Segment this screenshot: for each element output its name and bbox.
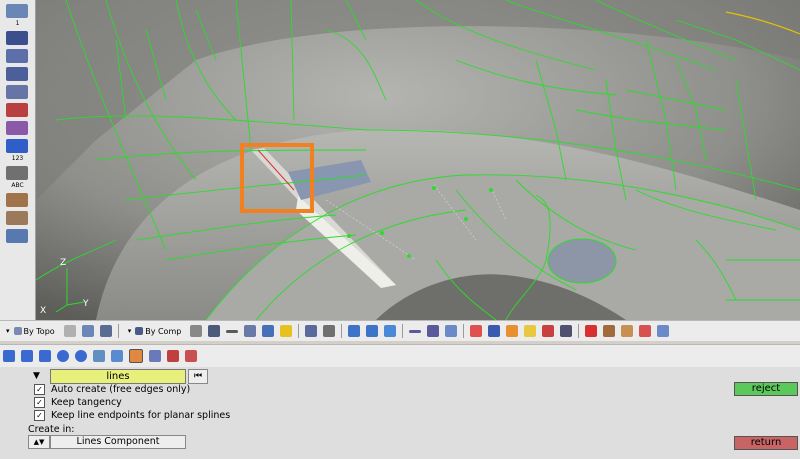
left-toolbar-label-abc: ABC: [11, 182, 24, 189]
toolbar-separator: [463, 324, 465, 338]
cube-view-icon[interactable]: [99, 325, 112, 337]
reject-button[interactable]: reject: [734, 382, 798, 396]
graphics-viewport[interactable]: Z Y X: [36, 0, 800, 320]
selection-toolbar: ▾ By Topo ▾ By Comp: [0, 320, 800, 341]
checkbox[interactable]: ✓: [34, 384, 45, 395]
left-toolbar-label-123: 123: [11, 155, 24, 162]
entity-selector-arrow[interactable]: ▼: [33, 371, 40, 381]
surface-icon[interactable]: [244, 325, 257, 337]
by-comp-dropdown[interactable]: ▾ By Comp: [128, 327, 182, 336]
element-display-icon[interactable]: [6, 49, 28, 63]
option-auto-create[interactable]: ✓ Auto create (free edges only): [34, 384, 190, 395]
axis-label-x: X: [40, 306, 47, 316]
star-icon[interactable]: [280, 325, 293, 337]
sphere-icon[interactable]: [57, 350, 69, 362]
component-dropdown-arrow[interactable]: ▲▼: [28, 435, 50, 449]
color-display-icon[interactable]: [6, 121, 28, 135]
toolbar-separator: [117, 324, 119, 338]
toolbar-separator: [341, 324, 343, 338]
shaded-display-icon[interactable]: [6, 85, 28, 99]
wireframe-icon[interactable]: [190, 325, 203, 337]
plane-icon[interactable]: [3, 350, 15, 362]
arrow-left-icon[interactable]: [348, 325, 361, 337]
select-box-icon[interactable]: [81, 325, 94, 337]
transform-icon[interactable]: [657, 325, 670, 337]
option-keep-tangency[interactable]: ✓ Keep tangency: [34, 397, 122, 408]
grid-icon[interactable]: [305, 325, 318, 337]
color-components-icon[interactable]: [470, 325, 483, 337]
drag-icon[interactable]: [167, 350, 179, 362]
toolbar-separator: [298, 324, 300, 338]
ruled-icon[interactable]: [93, 350, 105, 362]
arrow-right-icon[interactable]: [366, 325, 379, 337]
cone-icon[interactable]: [39, 350, 51, 362]
component-select-icon: [135, 327, 144, 335]
annotation-icon[interactable]: [6, 211, 28, 225]
option-label: Auto create (free edges only): [51, 384, 191, 395]
display-mode-icon[interactable]: [6, 31, 28, 45]
red-marker-icon[interactable]: [6, 103, 28, 117]
left-toolbar-label-1: 1: [15, 20, 20, 27]
info-icon[interactable]: [6, 139, 28, 153]
first-entity-button[interactable]: ⏮: [188, 369, 208, 384]
rotate-icon[interactable]: [384, 325, 397, 337]
spin-icon[interactable]: [185, 350, 197, 362]
zoom-out-icon[interactable]: [409, 329, 422, 333]
blue-cube-icon[interactable]: [488, 325, 501, 337]
dark-cube-icon[interactable]: [560, 325, 573, 337]
by-topo-label: By Topo: [23, 326, 55, 336]
delete-icon[interactable]: [585, 325, 598, 337]
checkbox[interactable]: ✓: [34, 397, 45, 408]
lines-component-button[interactable]: Lines Component: [50, 435, 186, 449]
toolbar-separator: [578, 324, 580, 338]
left-vertical-toolbar: 1 123 ABC: [0, 0, 36, 320]
skin-icon[interactable]: [149, 350, 161, 362]
create-in-label: Create in:: [28, 424, 75, 435]
arrange-icon[interactable]: [621, 325, 634, 337]
topology-icon: [13, 327, 22, 335]
return-button[interactable]: return: [734, 436, 798, 450]
checkbox[interactable]: ✓: [34, 410, 45, 421]
eye-icon[interactable]: [6, 4, 28, 18]
select-lasso-icon[interactable]: [63, 325, 76, 337]
option-label: Keep tangency: [51, 397, 122, 408]
yellow-cube-icon[interactable]: [524, 325, 537, 337]
question-icon[interactable]: [639, 325, 652, 337]
torus-icon[interactable]: [75, 350, 87, 362]
wrench-icon[interactable]: [323, 325, 336, 337]
fit-icon[interactable]: [445, 325, 458, 337]
component-icon[interactable]: [6, 229, 28, 243]
shaded-icon[interactable]: [208, 325, 221, 337]
spline-surface-icon[interactable]: [129, 349, 143, 363]
axis-label-y: Y: [83, 299, 89, 309]
entity-selector[interactable]: lines: [50, 369, 186, 384]
zoom-in-icon[interactable]: [427, 325, 440, 337]
axis-label-z: Z: [60, 258, 67, 268]
orange-cube-icon[interactable]: [506, 325, 519, 337]
lines-panel: ▼ lines ⏮ ✓ Auto create (free edges only…: [0, 367, 800, 459]
cubes-icon[interactable]: [603, 325, 616, 337]
line-icon[interactable]: [226, 329, 239, 333]
by-topo-dropdown[interactable]: ▾ By Topo: [6, 327, 55, 336]
spline-icon[interactable]: [111, 350, 123, 362]
toolbar-separator: [402, 324, 404, 338]
option-keep-endpoints[interactable]: ✓ Keep line endpoints for planar splines: [34, 410, 230, 421]
model-view: [36, 0, 800, 320]
mesh-icon[interactable]: [262, 325, 275, 337]
mesh-display-icon[interactable]: [6, 67, 28, 81]
geometry-toolbar: [0, 344, 800, 367]
by-comp-label: By Comp: [145, 326, 182, 336]
label-icon[interactable]: [6, 193, 28, 207]
numbering-icon[interactable]: [6, 166, 28, 180]
cylinder-icon[interactable]: [21, 350, 33, 362]
flag-icon[interactable]: [542, 325, 555, 337]
option-label: Keep line endpoints for planar splines: [51, 410, 231, 421]
